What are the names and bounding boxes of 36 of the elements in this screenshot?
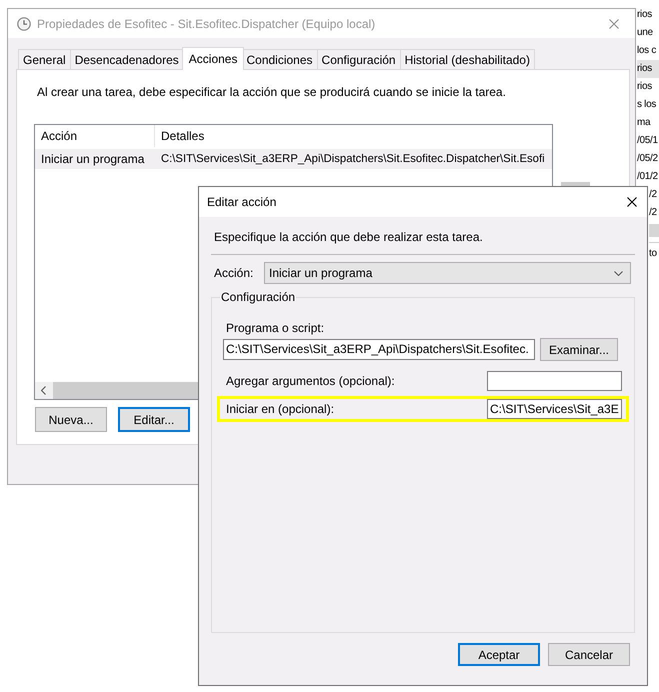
- edit-button[interactable]: Editar...: [118, 407, 190, 432]
- text-field[interactable]: [487, 371, 622, 391]
- new-button[interactable]: Nueva...: [35, 407, 107, 432]
- description-text: Al crear una tarea, debe especificar la acción que se producirá cuando se inicie la tarea.: [37, 84, 506, 100]
- chevron-left-icon[interactable]: [41, 386, 46, 395]
- scrollbar-thumb[interactable]: [53, 382, 198, 399]
- table-cell-text: Iniciar un programa: [40, 151, 146, 168]
- close-icon[interactable]: [627, 197, 637, 207]
- text-field[interactable]: C:\SIT\Services\Sit_a3E: [487, 399, 622, 419]
- tab[interactable]: Condiciones: [242, 49, 318, 69]
- table-cell-text: C:\SIT\Services\Sit_a3ERP_Api\Dispatchers\Sit.Esofitec.Dispatcher\Sit.Esofi: [160, 152, 546, 167]
- field-label: Programa o script:: [226, 320, 324, 336]
- window-title: Editar acción: [207, 194, 276, 210]
- clock-icon: [17, 16, 31, 30]
- field-label: Agregar argumentos (opcional):: [226, 373, 395, 389]
- tab[interactable]: Configuración: [318, 49, 401, 69]
- window-title: Propiedades de Esofitec - Sit.Esofitec.Dispatcher (Equipo local): [37, 16, 376, 32]
- horizontal-scrollbar[interactable]: [649, 224, 659, 237]
- browse-button[interactable]: Examinar...: [540, 338, 618, 361]
- chevron-down-icon[interactable]: [614, 270, 623, 276]
- table-row[interactable]: Iniciar un programa C:\SIT\Services\Sit_a3ERP_Api\Dispatchers\Sit.Esofitec.Dispatcher\Sit.Esofi: [35, 149, 552, 169]
- ok-button[interactable]: Aceptar: [458, 643, 540, 666]
- action-dropdown[interactable]: Iniciar un programa: [264, 262, 631, 284]
- column-header[interactable]: Acción: [35, 125, 155, 147]
- cancel-button[interactable]: Cancelar: [548, 643, 630, 666]
- list-item[interactable]: rios: [637, 60, 659, 78]
- group-legend: Configuración: [220, 289, 296, 305]
- tab[interactable]: Acciones: [182, 47, 244, 70]
- text-field[interactable]: C:\SIT\Services\Sit_a3ERP_Api\Dispatchers\Sit.Esofitec.: [223, 339, 535, 360]
- field-label: Iniciar en (opcional):: [226, 401, 334, 417]
- tab[interactable]: Historial (deshabilitado): [400, 49, 535, 69]
- field-label: Acción:: [214, 266, 254, 280]
- column-header[interactable]: Detalles: [155, 125, 552, 147]
- list-header: to: [649, 242, 659, 264]
- instruction-text: Especifique la acción que debe realizar esta tarea.: [214, 229, 483, 245]
- tab[interactable]: General: [18, 49, 71, 69]
